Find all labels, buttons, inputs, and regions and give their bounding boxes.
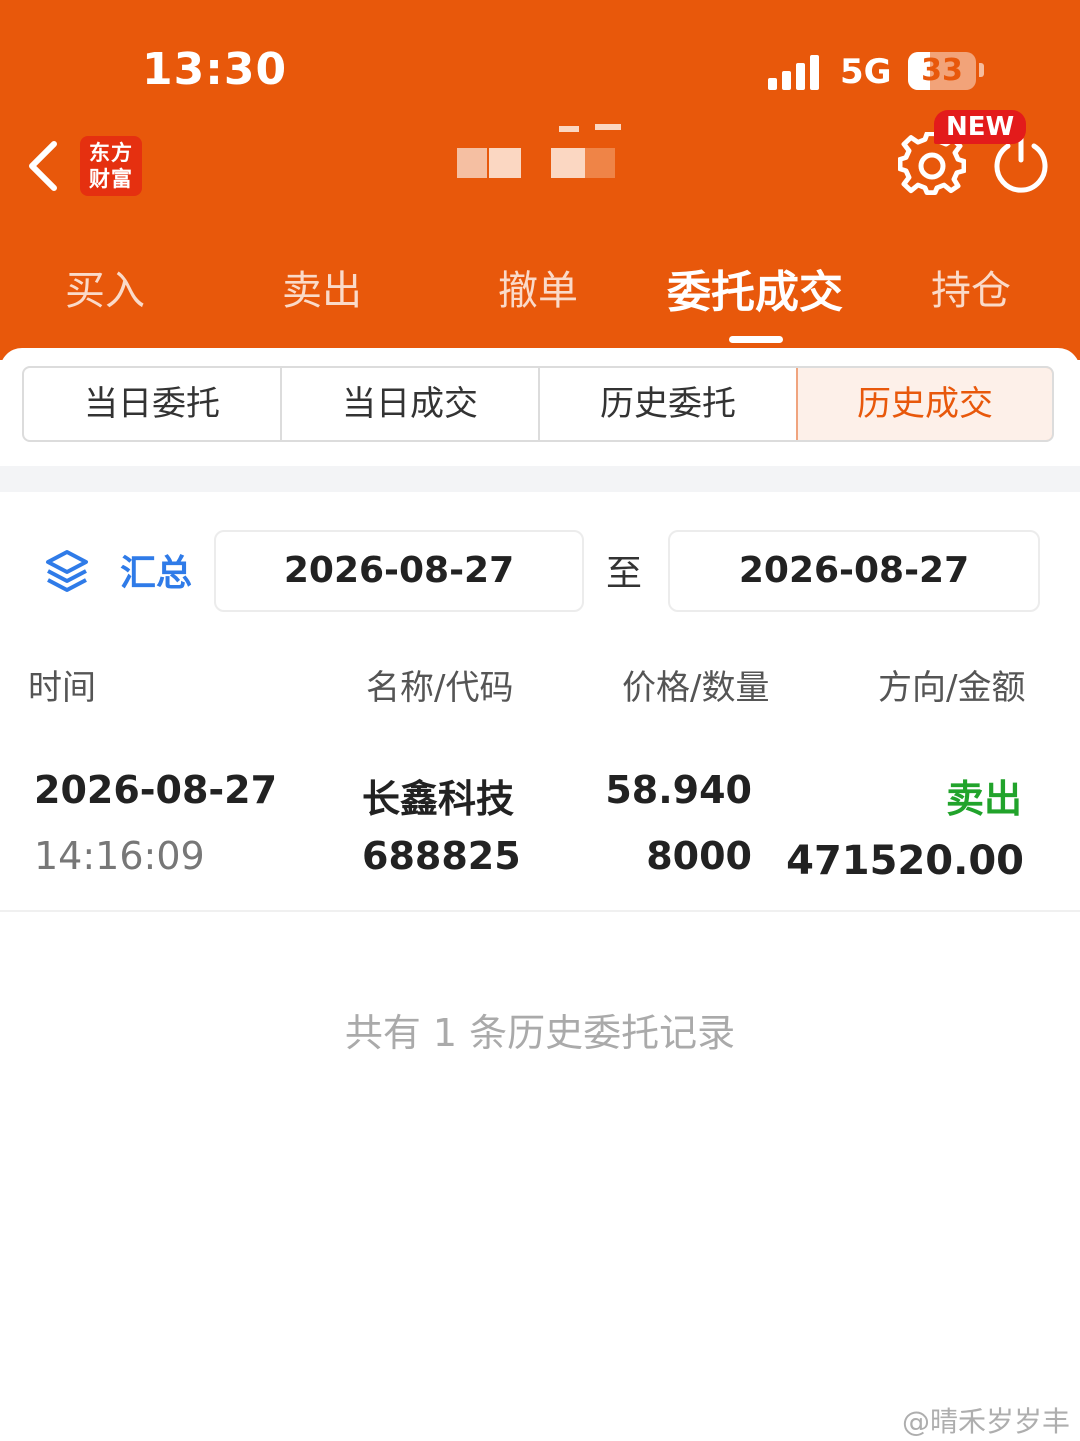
tab-positions[interactable]: 持仓 — [931, 258, 1011, 316]
content-card: 当日委托 当日成交 历史委托 历史成交 汇总 2026-08-27 至 2026… — [0, 348, 1080, 1441]
active-tab-indicator — [729, 336, 783, 343]
tab-sell[interactable]: 卖出 — [282, 258, 362, 316]
row-divider — [0, 910, 1080, 912]
signal-icon — [768, 54, 824, 90]
date-range-separator: 至 — [606, 553, 643, 594]
logo-line-1: 东方 — [89, 141, 133, 165]
trade-time: 14:16:09 — [34, 834, 205, 878]
app-header: 13:30 5G 33 东方 财富 NEW 买入 卖出 撤单 委托成交 持仓 — [0, 0, 1080, 360]
status-time: 13:30 — [142, 44, 288, 95]
app-logo: 东方 财富 — [80, 136, 142, 196]
end-date-picker[interactable]: 2026-08-27 — [668, 530, 1040, 612]
trade-date: 2026-08-27 — [34, 768, 278, 812]
header-price-qty: 价格/数量 — [622, 668, 770, 708]
trade-price: 58.940 — [605, 768, 752, 812]
network-type: 5G — [840, 52, 892, 92]
logo-line-2: 财富 — [89, 167, 133, 191]
header-time: 时间 — [28, 668, 96, 708]
trade-quantity: 8000 — [646, 834, 752, 878]
sub-tab-segment: 当日委托 当日成交 历史委托 历史成交 — [22, 366, 1054, 442]
layers-icon[interactable] — [44, 548, 90, 594]
battery-icon: 33 — [908, 52, 976, 90]
stock-name: 长鑫科技 — [362, 777, 515, 821]
battery-level: 33 — [921, 53, 963, 88]
tab-buy[interactable]: 买入 — [65, 258, 145, 316]
subtab-history-orders[interactable]: 历史委托 — [540, 368, 798, 440]
tab-orders-trades[interactable]: 委托成交 — [667, 256, 843, 320]
stock-code: 688825 — [362, 834, 521, 878]
trade-amount: 471520.00 — [786, 838, 1024, 884]
record-count-note: 共有 1 条历史委托记录 — [344, 1011, 736, 1055]
subtab-today-trades[interactable]: 当日成交 — [282, 368, 540, 440]
tab-cancel[interactable]: 撤单 — [498, 258, 578, 316]
new-badge: NEW — [934, 110, 1027, 144]
battery-tip — [979, 63, 984, 77]
subtab-today-orders[interactable]: 当日委托 — [24, 368, 282, 440]
trade-direction: 卖出 — [945, 777, 1022, 821]
section-divider — [0, 466, 1080, 492]
summary-button[interactable]: 汇总 — [120, 544, 192, 596]
main-tabs: 买入 卖出 撤单 委托成交 持仓 — [0, 258, 1080, 328]
header-name-code: 名称/代码 — [366, 668, 514, 708]
watermark: @晴禾岁岁丰 — [901, 1405, 1070, 1438]
header-direction-amount: 方向/金额 — [878, 668, 1026, 708]
account-title-blurred — [455, 122, 635, 186]
back-arrow-icon[interactable] — [24, 138, 64, 194]
subtab-history-trades[interactable]: 历史成交 — [796, 368, 1052, 440]
start-date-picker[interactable]: 2026-08-27 — [214, 530, 584, 612]
